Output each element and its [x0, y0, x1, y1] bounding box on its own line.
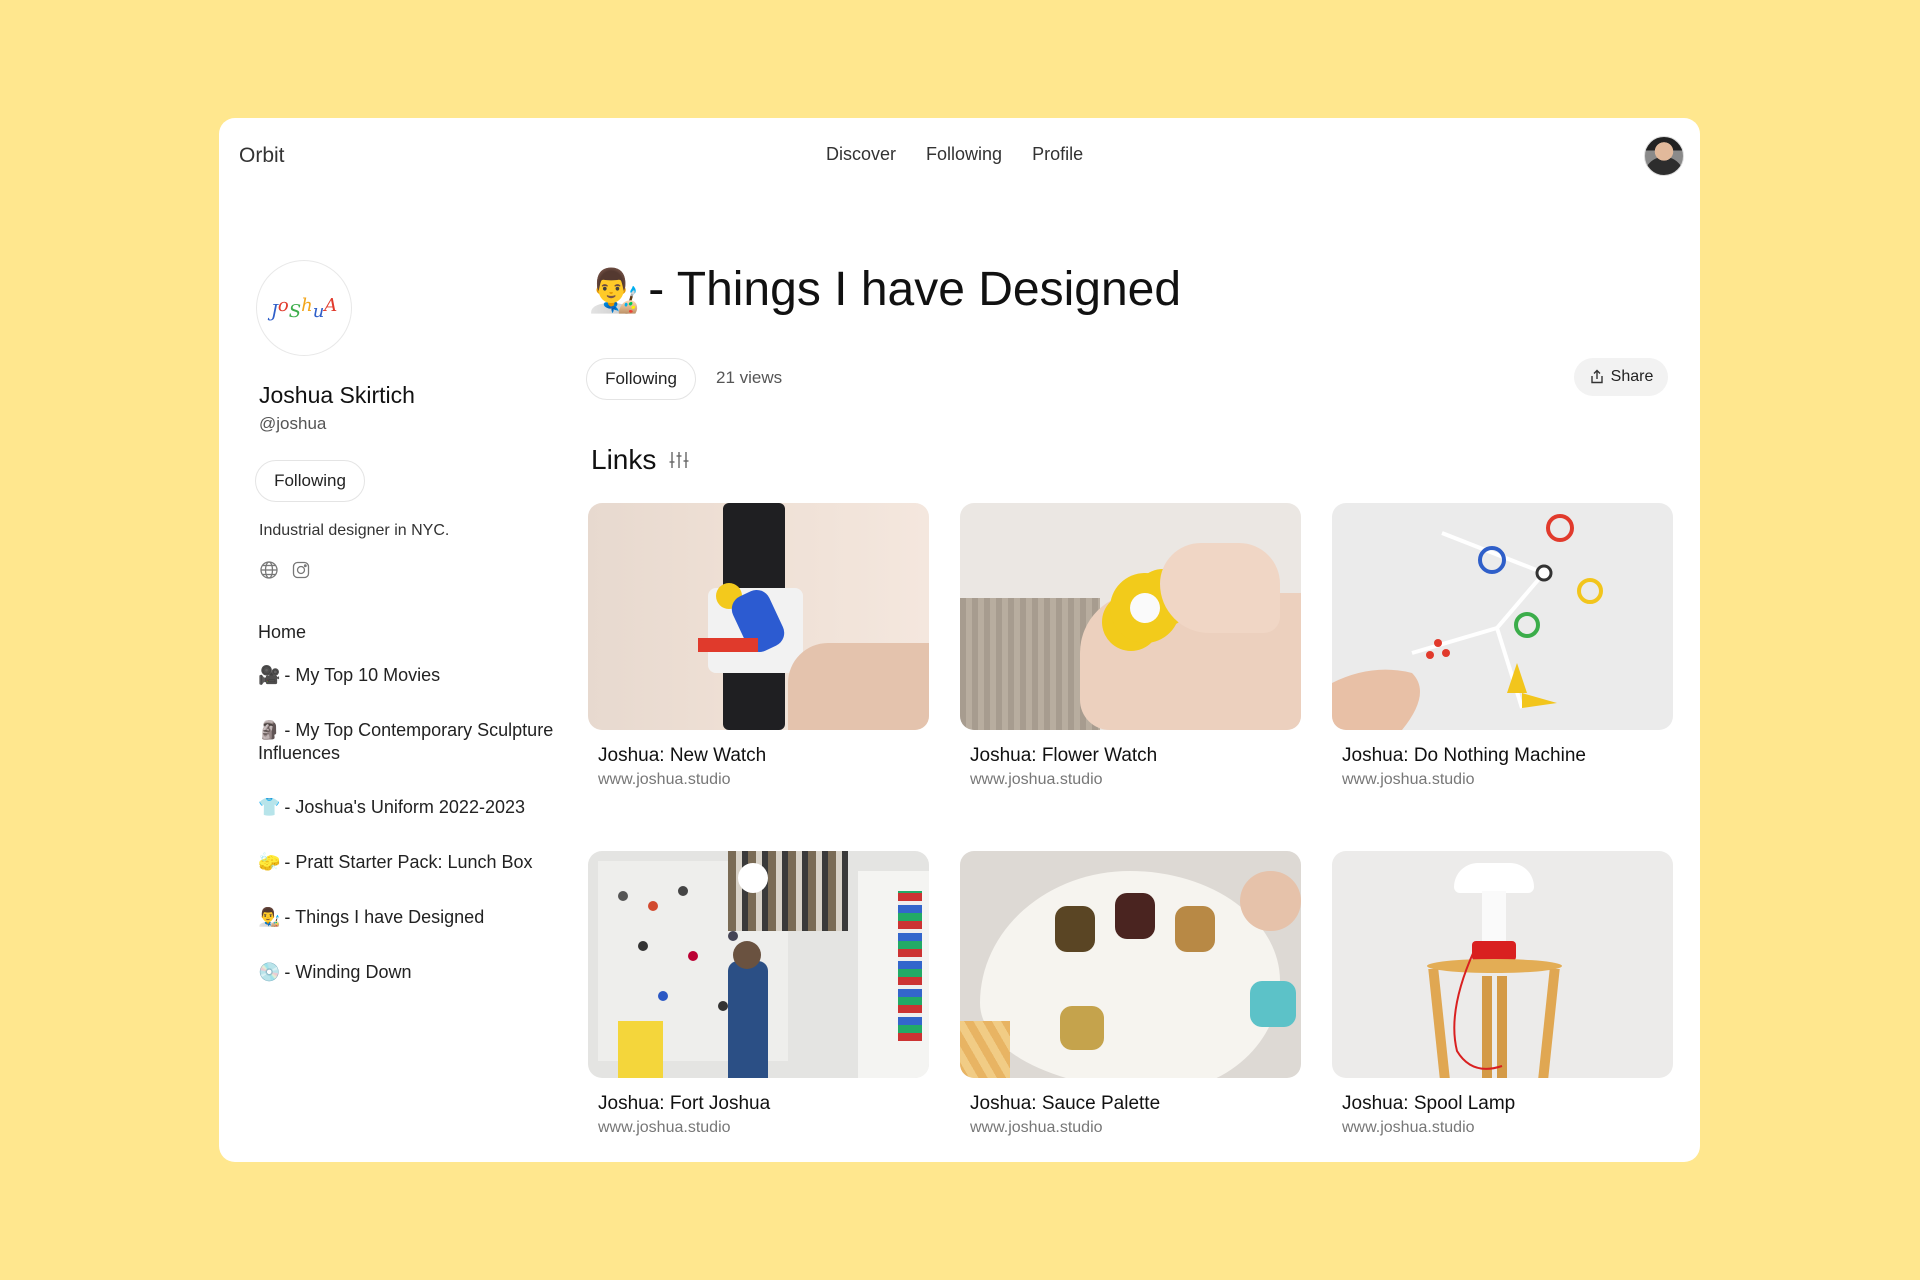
moai-emoji-icon: 🗿	[258, 720, 281, 741]
sidebar-item-movies[interactable]: 🎥 - My Top 10 Movies	[258, 658, 558, 693]
globe-icon[interactable]	[259, 560, 279, 580]
link-thumbnail-spool-lamp[interactable]	[1332, 851, 1673, 1078]
machine-illustration	[1332, 514, 1603, 730]
lamp-cord	[1453, 950, 1503, 1070]
sidebar-item-label: - My Top 10 Movies	[284, 665, 441, 685]
brand-logo[interactable]: Orbit	[239, 144, 285, 168]
sidebar-item-winding-down[interactable]: 💿 - Winding Down	[258, 955, 558, 990]
link-title[interactable]: Joshua: Do Nothing Machine	[1342, 745, 1673, 767]
artist-emoji-icon: 👨‍🎨	[258, 907, 281, 928]
sidebar-item-sculpture[interactable]: 🗿 - My Top Contemporary Sculpture Influen…	[258, 713, 558, 770]
link-title[interactable]: Joshua: Sauce Palette	[970, 1093, 1301, 1115]
profile-name: Joshua Skirtich	[259, 382, 415, 408]
sidebar-item-designed[interactable]: 👨‍🎨 - Things I have Designed	[243, 892, 558, 943]
profile-logo: JoShuA	[256, 260, 352, 356]
camera-emoji-icon: 🎥	[258, 665, 281, 686]
logo-letter: u	[312, 300, 325, 322]
link-url: www.joshua.studio	[970, 771, 1103, 788]
link-card[interactable]: Joshua: New Watch www.joshua.studio	[588, 503, 929, 789]
shirt-emoji-icon: 👕	[258, 797, 281, 818]
nav-discover[interactable]: Discover	[826, 144, 896, 165]
link-card[interactable]: Joshua: Sauce Palette www.joshua.studio	[960, 851, 1301, 1137]
top-nav: Discover Following Profile	[826, 144, 1083, 165]
sidebar-item-label: - Things I have Designed	[284, 907, 485, 927]
sidebar-item-label: - Joshua's Uniform 2022-2023	[284, 797, 525, 817]
sponge-emoji-icon: 🧽	[258, 852, 281, 873]
disc-emoji-icon: 💿	[258, 962, 281, 983]
nav-following[interactable]: Following	[926, 144, 1002, 165]
sidebar-item-lunchbox[interactable]: 🧽 - Pratt Starter Pack: Lunch Box	[258, 845, 558, 880]
link-thumbnail-fort-joshua[interactable]	[588, 851, 929, 1078]
link-card[interactable]: Joshua: Fort Joshua www.joshua.studio	[588, 851, 929, 1137]
sidebar-collections: 🎥 - My Top 10 Movies 🗿 - My Top Contempora…	[243, 658, 558, 1010]
logo-letter: J	[270, 300, 278, 322]
view-count: 21 views	[716, 368, 783, 387]
logo-letter: S	[288, 300, 302, 322]
links-title: Links	[591, 444, 657, 475]
artist-emoji-icon: 👨‍🎨	[588, 266, 641, 315]
share-button[interactable]: Share	[1574, 358, 1668, 396]
link-card[interactable]: Joshua: Do Nothing Machine www.joshua.st…	[1332, 503, 1673, 789]
link-url: www.joshua.studio	[1342, 1119, 1475, 1136]
link-card[interactable]: Joshua: Flower Watch www.joshua.studio	[960, 503, 1301, 789]
links-section-header: Links	[591, 444, 690, 476]
share-icon	[1590, 369, 1603, 384]
link-url: www.joshua.studio	[970, 1119, 1103, 1136]
logo-letter: A	[324, 294, 338, 316]
profile-following-button[interactable]: Following	[255, 460, 365, 502]
filter-sliders-icon[interactable]	[668, 449, 690, 471]
link-title[interactable]: Joshua: New Watch	[598, 745, 929, 767]
sidebar-home[interactable]: Home	[258, 622, 306, 643]
sidebar-item-label: - My Top Contemporary Sculpture Influenc…	[258, 720, 554, 763]
link-title[interactable]: Joshua: Fort Joshua	[598, 1093, 929, 1115]
profile-handle: @joshua	[259, 414, 327, 433]
page-title: 👨‍🎨 - Things I have Designed	[588, 262, 1181, 317]
logo-letter: o	[277, 294, 289, 316]
sidebar-item-uniform[interactable]: 👕 - Joshua's Uniform 2022-2023	[258, 790, 558, 825]
link-url: www.joshua.studio	[598, 1119, 731, 1136]
sidebar-item-label: - Pratt Starter Pack: Lunch Box	[284, 852, 533, 872]
collection-following-button[interactable]: Following	[586, 358, 696, 400]
user-avatar[interactable]	[1644, 136, 1684, 176]
social-links	[259, 560, 311, 580]
link-title[interactable]: Joshua: Flower Watch	[970, 745, 1301, 767]
share-label: Share	[1610, 368, 1654, 385]
link-url: www.joshua.studio	[1342, 771, 1475, 788]
instagram-icon[interactable]	[291, 560, 311, 580]
link-thumbnail-new-watch[interactable]	[588, 503, 929, 730]
link-thumbnail-flower-watch[interactable]	[960, 503, 1301, 730]
page-title-text: - Things I have Designed	[648, 263, 1182, 316]
nav-profile[interactable]: Profile	[1032, 144, 1083, 165]
logo-letter: h	[301, 294, 313, 316]
link-thumbnail-sauce-palette[interactable]	[960, 851, 1301, 1078]
sidebar-item-label: - Winding Down	[284, 962, 412, 982]
link-thumbnail-do-nothing-machine[interactable]	[1332, 503, 1673, 730]
link-title[interactable]: Joshua: Spool Lamp	[1342, 1093, 1673, 1115]
profile-logo-text: JoShuA	[270, 294, 338, 322]
app-window: Orbit Discover Following Profile JoShuA …	[219, 118, 1700, 1162]
profile-bio: Industrial designer in NYC.	[259, 522, 450, 539]
link-url: www.joshua.studio	[598, 771, 731, 788]
link-card[interactable]: Joshua: Spool Lamp www.joshua.studio	[1332, 851, 1673, 1137]
